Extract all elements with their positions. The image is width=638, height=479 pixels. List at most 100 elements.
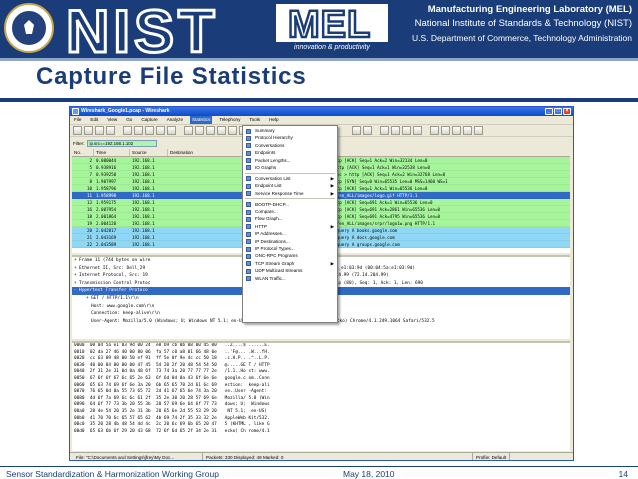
menu-item-label: TCP Stream Graph [255, 260, 295, 266]
hex-dump-line[interactable]: 00a0 20 4e 54 20 35 2e 31 3b 20 65 6e 2d… [72, 409, 570, 416]
hex-dump-line[interactable]: 0020 cc 63 09 48 00 50 ef 91 ff 5e 0f 9e… [72, 356, 570, 363]
menu-statistics[interactable]: Statistics [190, 116, 213, 124]
close-button[interactable]: × [563, 108, 571, 115]
packet-cell-time: 1.907997 [96, 179, 117, 184]
menu-file[interactable]: File [72, 116, 83, 124]
menu-separator [245, 172, 335, 174]
preferences-icon[interactable] [463, 126, 472, 135]
menu-entry-icon [246, 158, 251, 164]
menu-help[interactable]: Help [267, 116, 280, 124]
hex-dump-line[interactable]: 00c0 35 20 28 4b 48 54 4d 4c 2c 20 6c 69… [72, 422, 570, 429]
column-header-time[interactable]: Time [94, 149, 130, 156]
menu-item-label: Conversation List [255, 175, 291, 181]
menu-item-packet-lengths[interactable]: Packet Lengths... [243, 157, 337, 164]
interfaces-icon[interactable] [73, 126, 82, 135]
help-icon[interactable] [474, 126, 483, 135]
menu-item-tcp-stream-graph[interactable]: TCP Stream Graph ▶ [243, 260, 337, 267]
hex-dump-line[interactable]: 0040 2f 31 2e 31 0d 0a 48 6f 73 74 3a 20… [72, 369, 570, 376]
menu-item-label: IP Destinations... [255, 238, 290, 244]
wireshark-window: Wireshark_Google1.pcap - Wireshark _ □ ×… [69, 106, 574, 461]
display-filters-icon[interactable] [441, 126, 450, 135]
menu-item-http[interactable]: HTTP ▶ [243, 223, 337, 230]
coloring-rules-icon[interactable] [452, 126, 461, 135]
status-packets: Packets: 330 Displayed: 49 Marked: 0 [203, 452, 473, 460]
go-to-packet-icon[interactable] [217, 126, 226, 135]
menu-go[interactable]: Go [124, 116, 134, 124]
menu-item-io-graphs[interactable]: IO Graphs [243, 164, 337, 171]
hex-dump-line[interactable]: 0000 00 04 5a e1 03 9d 00 24 e8 b9 cb 0b… [72, 343, 570, 350]
display-filter-input[interactable]: ip.src==192.168.1.102 [87, 139, 158, 147]
go-first-icon[interactable] [228, 126, 237, 135]
menu-edit[interactable]: Edit [88, 116, 100, 124]
column-header-src[interactable]: Source [130, 149, 168, 156]
detail-text: Frame 11 (744 bytes on wire [79, 258, 151, 263]
menu-item-ip-addresses[interactable]: IP Addresses... [243, 230, 337, 237]
resize-columns-icon[interactable] [413, 126, 422, 135]
packet-cell-no: 19 [86, 221, 92, 226]
menu-entry-icon [246, 202, 251, 208]
menu-telephony[interactable]: Telephony [217, 116, 242, 124]
menu-item-service-response-time[interactable]: Service Response Time ▶ [243, 190, 337, 197]
minimize-button[interactable]: _ [545, 108, 553, 115]
menu-item-protocol-hierarchy[interactable]: Protocol Hierarchy [243, 134, 337, 141]
menu-item-summary[interactable]: Summary [243, 127, 337, 134]
packet-cell-src: 192.168.1 [132, 193, 155, 198]
detail-text: Hypertext Transfer Protoco [79, 288, 148, 294]
packet-cell-time: 2.043589 [96, 242, 117, 247]
footer-group-name: Sensor Standardization & Harmonization W… [6, 469, 219, 479]
menu-item-ip-destinations[interactable]: IP Destinations... [243, 238, 337, 245]
menu-capture[interactable]: Capture [139, 116, 159, 124]
packet-cell-time: 0.939250 [96, 172, 117, 177]
window-titlebar[interactable]: Wireshark_Google1.pcap - Wireshark _ □ × [70, 107, 573, 116]
go-forward-icon[interactable] [206, 126, 215, 135]
menu-item-conversations[interactable]: Conversations [243, 142, 337, 149]
zoom-out-icon[interactable] [391, 126, 400, 135]
maximize-button[interactable]: □ [554, 108, 562, 115]
packet-cell-no: 11 [86, 193, 92, 198]
menu-item-compare[interactable]: Compare... [243, 208, 337, 215]
menu-item-onc-rpc-programs[interactable]: ONC-RPC Programs [243, 252, 337, 259]
hex-dump-line[interactable]: 0070 76 65 0d 0a 55 73 65 72 2d 41 67 65… [72, 389, 570, 396]
find-icon[interactable] [184, 126, 193, 135]
auto-scroll-icon[interactable] [363, 126, 372, 135]
column-header-info[interactable]: Info [312, 149, 570, 156]
status-profile[interactable]: Profile: Default [473, 452, 511, 460]
go-back-icon[interactable] [195, 126, 204, 135]
menu-tools[interactable]: Tools [247, 116, 262, 124]
column-header-no[interactable]: No. [72, 149, 94, 156]
print-icon[interactable] [167, 126, 176, 135]
menu-item-bootp-dhcp[interactable]: BOOTP-DHCP... [243, 201, 337, 208]
menu-item-label: HTTP [255, 223, 267, 229]
menu-item-endpoint-list[interactable]: Endpoint List ▶ [243, 182, 337, 189]
menu-analyze[interactable]: Analyze [165, 116, 185, 124]
normal-size-icon[interactable] [402, 126, 411, 135]
hex-dump-line[interactable]: 00d0 65 63 6b 6f 29 20 43 68 72 6f 6d 65… [72, 429, 570, 436]
reload-icon[interactable] [156, 126, 165, 135]
zoom-in-icon[interactable] [380, 126, 389, 135]
menu-view[interactable]: View [105, 116, 119, 124]
packet-cell-src: 192.168.1 [132, 235, 155, 240]
packet-cell-info: GET /intl/en_ALL/images/srpr/logo1w.png … [314, 221, 436, 226]
capture-filters-icon[interactable] [430, 126, 439, 135]
menu-item-udp-multicast-streams[interactable]: UDP Multicast Streams [243, 267, 337, 274]
menu-entry-icon [246, 191, 251, 197]
menu-bar: File Edit View Go Capture Analyze Statistics Te… [70, 116, 573, 125]
menu-item-flow-graph[interactable]: Flow Graph... [243, 215, 337, 222]
colorize-icon[interactable] [352, 126, 361, 135]
stop-capture-icon[interactable] [106, 126, 115, 135]
menu-item-label: Flow Graph... [255, 216, 283, 222]
open-icon[interactable] [123, 126, 132, 135]
menu-item-wlan-traffic[interactable]: WLAN Traffic... [243, 275, 337, 282]
options-icon[interactable] [84, 126, 93, 135]
packet-cell-time: 2.042817 [96, 228, 117, 233]
hex-dump-line[interactable]: 0050 67 6f 6f 67 6c 65 2e 63 6f 6d 0d 0a… [72, 376, 570, 383]
menu-item-endpoints[interactable]: Endpoints [243, 149, 337, 156]
packet-bytes-pane[interactable]: 0000 00 04 5a e1 03 9d 00 24 e8 b9 cb 0b… [72, 341, 570, 451]
start-capture-icon[interactable] [95, 126, 104, 135]
menu-item-ip-protocol-types[interactable]: IP Protocol Types... [243, 245, 337, 252]
save-icon[interactable] [134, 126, 143, 135]
menu-item-conversation-list[interactable]: Conversation List ▶ [243, 175, 337, 182]
close-file-icon[interactable] [145, 126, 154, 135]
hex-dump-line[interactable]: 0090 64 6f 77 73 3b 20 55 3b 20 57 69 6e… [72, 402, 570, 409]
menu-item-label: Packet Lengths... [255, 157, 291, 163]
